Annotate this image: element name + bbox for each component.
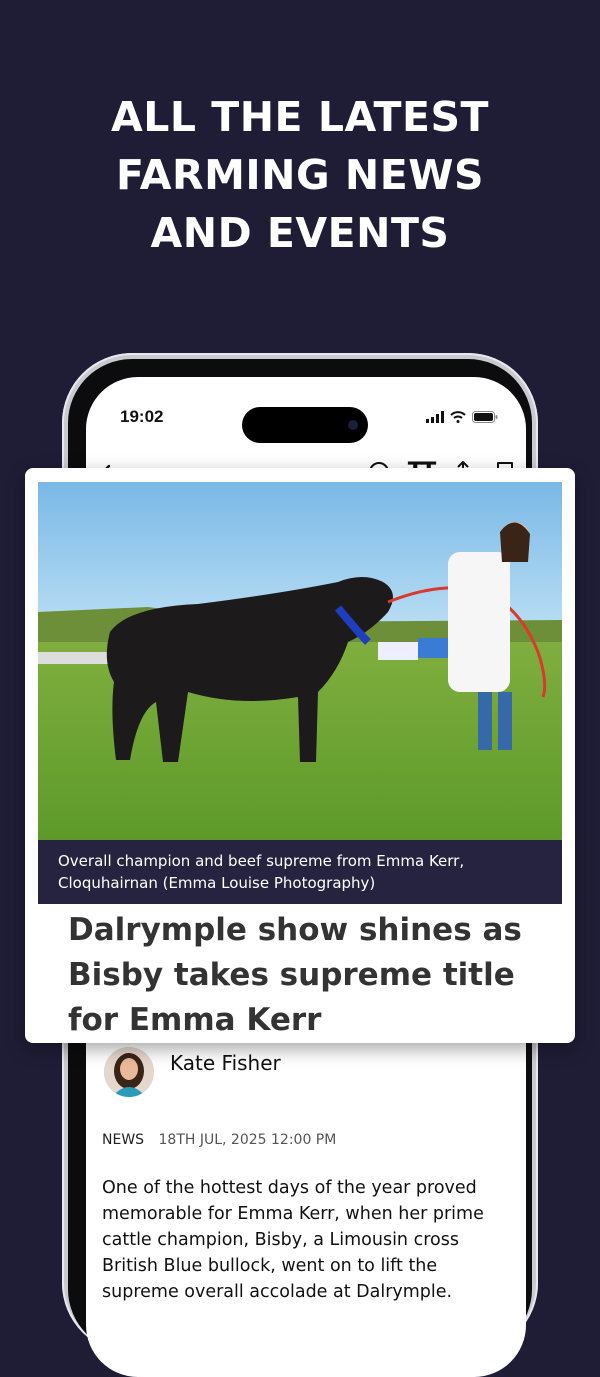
- author-row[interactable]: Kate Fisher: [104, 1047, 281, 1097]
- promo-headline-line-2: FARMING NEWS: [116, 151, 484, 199]
- dynamic-island: [242, 407, 368, 443]
- article-meta: NEWS 18TH JUL, 2025 12:00 PM: [102, 1132, 336, 1148]
- status-time: 19:02: [120, 407, 164, 426]
- article-category[interactable]: NEWS: [102, 1132, 144, 1148]
- article-hero-card: Overall champion and beef supreme from E…: [25, 468, 575, 1043]
- article-title: Dalrymple show shines as Bisby takes sup…: [68, 912, 522, 1038]
- promo-headline-line-1: ALL THE LATEST: [111, 93, 489, 141]
- image-caption: Overall champion and beef supreme from E…: [38, 840, 562, 904]
- article-body: One of the hottest days of the year prov…: [102, 1178, 484, 1302]
- promo-headline-line-3: AND EVENTS: [150, 209, 450, 257]
- article-date: 18TH JUL, 2025 12:00 PM: [158, 1132, 337, 1148]
- author-name[interactable]: Kate Fisher: [170, 1051, 281, 1075]
- wifi-icon: [450, 411, 466, 423]
- signal-icon: [426, 411, 444, 423]
- article-hero-image: [38, 482, 562, 840]
- status-icons: [426, 411, 498, 423]
- author-avatar: [104, 1047, 154, 1097]
- promo-headline: ALL THE LATEST FARMING NEWS AND EVENTS: [0, 88, 600, 262]
- battery-icon: [472, 411, 498, 423]
